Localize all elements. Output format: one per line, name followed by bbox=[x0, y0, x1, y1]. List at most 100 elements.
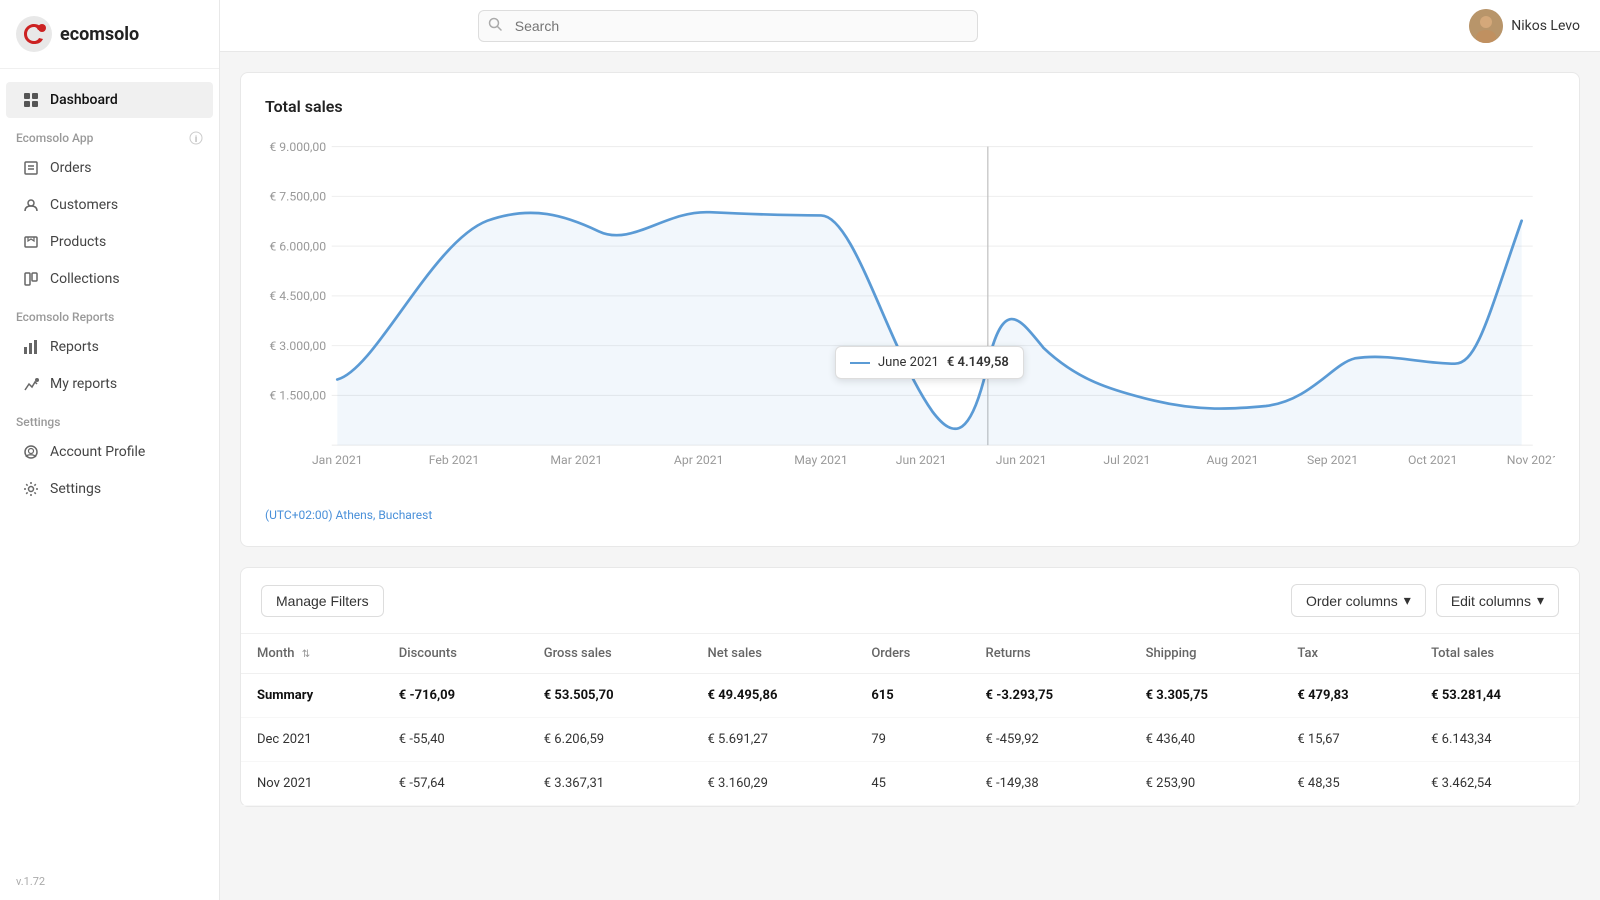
svg-text:Jul 2021: Jul 2021 bbox=[1103, 454, 1150, 468]
cell-orders: 45 bbox=[855, 762, 969, 806]
cell-discounts: € -716,09 bbox=[383, 674, 528, 718]
account-profile-label: Account Profile bbox=[50, 444, 145, 460]
sidebar-item-my-reports[interactable]: My reports bbox=[6, 366, 213, 402]
cell-gross_sales: € 3.367,31 bbox=[528, 762, 692, 806]
my-reports-label: My reports bbox=[50, 376, 117, 392]
col-total-sales: Total sales bbox=[1415, 634, 1579, 674]
data-table: Month ⇅ Discounts Gross sales Net sales … bbox=[241, 634, 1579, 806]
section-label-settings: Settings bbox=[0, 403, 219, 433]
sidebar-item-dashboard[interactable]: Dashboard bbox=[6, 82, 213, 118]
table-body: Summary€ -716,09€ 53.505,70€ 49.495,8661… bbox=[241, 674, 1579, 806]
sort-icon[interactable]: ⇅ bbox=[302, 649, 310, 660]
table-row: Dec 2021€ -55,40€ 6.206,59€ 5.691,2779€ … bbox=[241, 718, 1579, 762]
header: Nikos Levo bbox=[220, 0, 1600, 52]
sidebar: ecomsolo Dashboard Ecomsolo App i Orders… bbox=[0, 0, 220, 900]
customers-label: Customers bbox=[50, 197, 118, 213]
sidebar-item-products[interactable]: Products bbox=[6, 224, 213, 260]
content-area: Total sales € 9.000,00 € 7.500,00 € 6.00… bbox=[220, 52, 1600, 900]
account-icon bbox=[22, 443, 40, 461]
logo-area: ecomsolo bbox=[0, 0, 219, 69]
sidebar-item-collections[interactable]: Collections bbox=[6, 261, 213, 297]
order-columns-button[interactable]: Order columns ▾ bbox=[1291, 584, 1426, 617]
cell-discounts: € -57,64 bbox=[383, 762, 528, 806]
sidebar-item-settings[interactable]: Settings bbox=[6, 471, 213, 507]
collections-icon bbox=[22, 270, 40, 288]
svg-text:Sep 2021: Sep 2021 bbox=[1307, 454, 1358, 468]
cell-returns: € -459,92 bbox=[970, 718, 1130, 762]
section-label-reports: Ecomsolo Reports bbox=[0, 298, 219, 328]
col-returns: Returns bbox=[970, 634, 1130, 674]
cell-gross_sales: € 6.206,59 bbox=[528, 718, 692, 762]
cell-shipping: € 3.305,75 bbox=[1130, 674, 1282, 718]
svg-text:Jan 2021: Jan 2021 bbox=[312, 454, 363, 468]
sidebar-item-reports[interactable]: Reports bbox=[6, 329, 213, 365]
table-header-row: Month ⇅ Discounts Gross sales Net sales … bbox=[241, 634, 1579, 674]
svg-text:Jun 2021: Jun 2021 bbox=[996, 454, 1047, 468]
cell-net_sales: € 3.160,29 bbox=[692, 762, 856, 806]
svg-text:Aug 2021: Aug 2021 bbox=[1206, 454, 1258, 468]
chart-timezone: (UTC+02:00) Athens, Bucharest bbox=[265, 508, 1555, 522]
settings-icon bbox=[22, 480, 40, 498]
cell-discounts: € -55,40 bbox=[383, 718, 528, 762]
svg-text:€ 7.500,00: € 7.500,00 bbox=[269, 190, 326, 204]
svg-text:May 2021: May 2021 bbox=[794, 454, 848, 468]
svg-text:€ 3.000,00: € 3.000,00 bbox=[269, 339, 326, 353]
search-input[interactable] bbox=[478, 10, 978, 42]
cell-orders: 615 bbox=[855, 674, 969, 718]
col-tax: Tax bbox=[1281, 634, 1415, 674]
search-container bbox=[478, 10, 978, 42]
dashboard-label: Dashboard bbox=[50, 92, 118, 108]
main-area: Nikos Levo Total sales € 9.000,00 bbox=[220, 0, 1600, 900]
cell-shipping: € 436,40 bbox=[1130, 718, 1282, 762]
svg-text:Feb 2021: Feb 2021 bbox=[429, 454, 480, 468]
svg-text:€ 4.500,00: € 4.500,00 bbox=[269, 289, 326, 303]
search-icon bbox=[488, 17, 502, 35]
section-label-app: Ecomsolo App i bbox=[0, 119, 219, 149]
cell-total_sales: € 3.462,54 bbox=[1415, 762, 1579, 806]
col-orders: Orders bbox=[855, 634, 969, 674]
avatar bbox=[1469, 9, 1503, 43]
sidebar-item-orders[interactable]: Orders bbox=[6, 150, 213, 186]
sidebar-nav: Dashboard Ecomsolo App i Orders Customer… bbox=[0, 69, 219, 863]
cell-total_sales: € 53.281,44 bbox=[1415, 674, 1579, 718]
col-discounts: Discounts bbox=[383, 634, 528, 674]
table-card: Manage Filters Order columns ▾ Edit colu… bbox=[240, 567, 1580, 807]
svg-text:Nov 2021: Nov 2021 bbox=[1507, 454, 1555, 468]
chevron-down-icon: ▾ bbox=[1404, 592, 1411, 609]
sidebar-item-customers[interactable]: Customers bbox=[6, 187, 213, 223]
cell-gross_sales: € 53.505,70 bbox=[528, 674, 692, 718]
cell-total_sales: € 6.143,34 bbox=[1415, 718, 1579, 762]
my-reports-icon bbox=[22, 375, 40, 393]
sidebar-item-account-profile[interactable]: Account Profile bbox=[6, 434, 213, 470]
cell-net_sales: € 5.691,27 bbox=[692, 718, 856, 762]
app-name: ecomsolo bbox=[60, 24, 139, 45]
svg-text:Jun 2021: Jun 2021 bbox=[896, 454, 947, 468]
col-shipping: Shipping bbox=[1130, 634, 1282, 674]
logo-icon bbox=[16, 16, 52, 52]
tooltip-value: € 4.149,58 bbox=[947, 355, 1009, 370]
chart-svg: € 9.000,00 € 7.500,00 € 6.000,00 € 4.500… bbox=[265, 136, 1555, 496]
reports-icon bbox=[22, 338, 40, 356]
products-label: Products bbox=[50, 234, 106, 250]
manage-filters-button[interactable]: Manage Filters bbox=[261, 585, 384, 617]
cell-month: Nov 2021 bbox=[241, 762, 383, 806]
tooltip-label: June 2021 bbox=[878, 355, 939, 370]
edit-columns-button[interactable]: Edit columns ▾ bbox=[1436, 584, 1559, 617]
user-profile[interactable]: Nikos Levo bbox=[1469, 9, 1580, 43]
col-gross-sales: Gross sales bbox=[528, 634, 692, 674]
table-row: Summary€ -716,09€ 53.505,70€ 49.495,8661… bbox=[241, 674, 1579, 718]
svg-text:Apr 2021: Apr 2021 bbox=[674, 454, 724, 468]
products-icon bbox=[22, 233, 40, 251]
chart-area: € 9.000,00 € 7.500,00 € 6.000,00 € 4.500… bbox=[265, 136, 1555, 496]
col-month: Month ⇅ bbox=[241, 634, 383, 674]
collections-label: Collections bbox=[50, 271, 120, 287]
svg-text:€ 9.000,00: € 9.000,00 bbox=[269, 140, 326, 154]
dashboard-icon bbox=[22, 91, 40, 109]
cell-returns: € -149,38 bbox=[970, 762, 1130, 806]
table-toolbar: Manage Filters Order columns ▾ Edit colu… bbox=[241, 568, 1579, 634]
reports-label: Reports bbox=[50, 339, 99, 355]
orders-label: Orders bbox=[50, 160, 92, 176]
svg-text:Oct 2021: Oct 2021 bbox=[1408, 454, 1457, 468]
toolbar-right: Order columns ▾ Edit columns ▾ bbox=[1291, 584, 1559, 617]
svg-text:Mar 2021: Mar 2021 bbox=[550, 454, 602, 468]
